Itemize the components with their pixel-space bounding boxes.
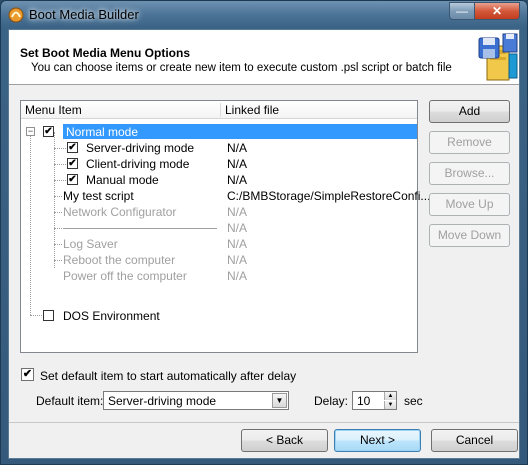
- checkbox[interactable]: ✔: [67, 142, 78, 153]
- tree-item-reboot[interactable]: Reboot the computer N/A: [21, 252, 417, 268]
- separator-line: [63, 228, 217, 229]
- tree-item-log-saver[interactable]: Log Saver N/A: [21, 236, 417, 252]
- floppy-disk-and-computer-icon: [478, 33, 518, 81]
- spin-down-icon[interactable]: ▼: [384, 401, 396, 409]
- list-column-header: Menu Item Linked file: [21, 101, 417, 119]
- wizard-client-area: Set Boot Media Menu Options You can choo…: [8, 29, 520, 459]
- delay-label: Delay:: [314, 394, 349, 408]
- column-divider[interactable]: [220, 103, 221, 117]
- delay-spinner[interactable]: 10 ▲ ▼: [352, 391, 397, 410]
- tree-item-dos-environment[interactable]: DOS Environment: [21, 308, 417, 324]
- tree-item-network-configurator[interactable]: Network Configurator N/A: [21, 204, 417, 220]
- linked-file: N/A: [227, 205, 248, 219]
- tree-item-label: Power off the computer: [63, 269, 187, 283]
- tree-item-label: My test script: [63, 189, 134, 203]
- linked-file: N/A: [227, 253, 248, 267]
- move-up-button[interactable]: Move Up: [429, 193, 510, 216]
- collapse-icon[interactable]: −: [26, 127, 35, 136]
- spinner-buttons: ▲ ▼: [384, 392, 396, 409]
- delay-unit-label: sec: [404, 394, 423, 408]
- linked-file: N/A: [227, 221, 248, 235]
- tree-item-label: Reboot the computer: [63, 253, 176, 267]
- tree-item-label: Client-driving mode: [86, 157, 190, 171]
- column-header-linked-file[interactable]: Linked file: [225, 103, 279, 117]
- default-item-value: Server-driving mode: [108, 394, 217, 408]
- wizard-header: Set Boot Media Menu Options You can choo…: [9, 30, 519, 85]
- tree-item-server-driving-mode[interactable]: ✔ Server-driving mode N/A: [21, 140, 417, 156]
- chevron-down-icon[interactable]: ▼: [272, 393, 287, 408]
- linked-file: N/A: [227, 173, 248, 187]
- tree-item-power-off[interactable]: Power off the computer N/A: [21, 268, 417, 284]
- tree-item-separator[interactable]: N/A: [21, 220, 417, 236]
- move-down-button[interactable]: Move Down: [429, 224, 510, 247]
- linked-file: N/A: [227, 269, 248, 283]
- tree-item-label: Server-driving mode: [86, 141, 195, 155]
- linked-file: C:/BMBStorage/SimpleRestoreConfi...: [227, 189, 431, 203]
- checkbox[interactable]: [43, 310, 54, 321]
- checkbox[interactable]: ✔: [67, 158, 78, 169]
- tree-item-label: Manual mode: [86, 173, 159, 187]
- remove-button[interactable]: Remove: [429, 131, 510, 154]
- tree-item-label: DOS Environment: [63, 309, 160, 323]
- title-bar[interactable]: Boot Media Builder — ✕: [1, 1, 527, 29]
- checkbox[interactable]: ✔: [43, 126, 54, 137]
- close-button[interactable]: ✕: [474, 2, 520, 20]
- column-header-menu-item[interactable]: Menu Item: [25, 103, 82, 117]
- page-subtitle: You can choose items or create new item …: [31, 62, 452, 74]
- linked-file: N/A: [227, 157, 248, 171]
- linked-file: N/A: [227, 141, 248, 155]
- autostart-label[interactable]: Set default item to start automatically …: [40, 369, 296, 383]
- next-button[interactable]: Next >: [334, 429, 421, 452]
- linked-file: N/A: [227, 237, 248, 251]
- tree-item-label: Log Saver: [63, 237, 118, 251]
- browse-button[interactable]: Browse...: [429, 162, 510, 185]
- app-icon: [8, 7, 24, 23]
- default-item-dropdown[interactable]: Server-driving mode ▼: [103, 391, 289, 410]
- tree-item-my-test-script[interactable]: My test script C:/BMBStorage/SimpleResto…: [21, 188, 430, 204]
- back-button[interactable]: < Back: [241, 429, 328, 452]
- autostart-checkbox[interactable]: ✔: [21, 368, 34, 381]
- window-title: Boot Media Builder: [29, 7, 139, 22]
- menu-items-list[interactable]: Menu Item Linked file − ✔ Normal mode ✔ …: [20, 100, 430, 353]
- tree-item-label: Network Configurator: [63, 205, 177, 219]
- tree-item-client-driving-mode[interactable]: ✔ Client-driving mode N/A: [21, 156, 417, 172]
- page-title: Set Boot Media Menu Options: [20, 46, 190, 60]
- tree-item-label: Normal mode: [66, 125, 139, 139]
- footer-divider: [9, 422, 519, 423]
- checkbox[interactable]: ✔: [67, 174, 78, 185]
- tree-item-manual-mode[interactable]: ✔ Manual mode N/A: [21, 172, 417, 188]
- add-button[interactable]: Add: [429, 100, 510, 123]
- spin-up-icon[interactable]: ▲: [384, 392, 396, 400]
- cancel-button[interactable]: Cancel: [431, 429, 518, 452]
- default-item-label: Default item:: [36, 394, 104, 408]
- tree-item-normal-mode[interactable]: − ✔ Normal mode: [21, 124, 417, 140]
- app-window: Boot Media Builder — ✕ Set Boot Media Me…: [0, 0, 528, 465]
- delay-value[interactable]: 10: [357, 394, 370, 408]
- minimize-button[interactable]: —: [449, 2, 475, 20]
